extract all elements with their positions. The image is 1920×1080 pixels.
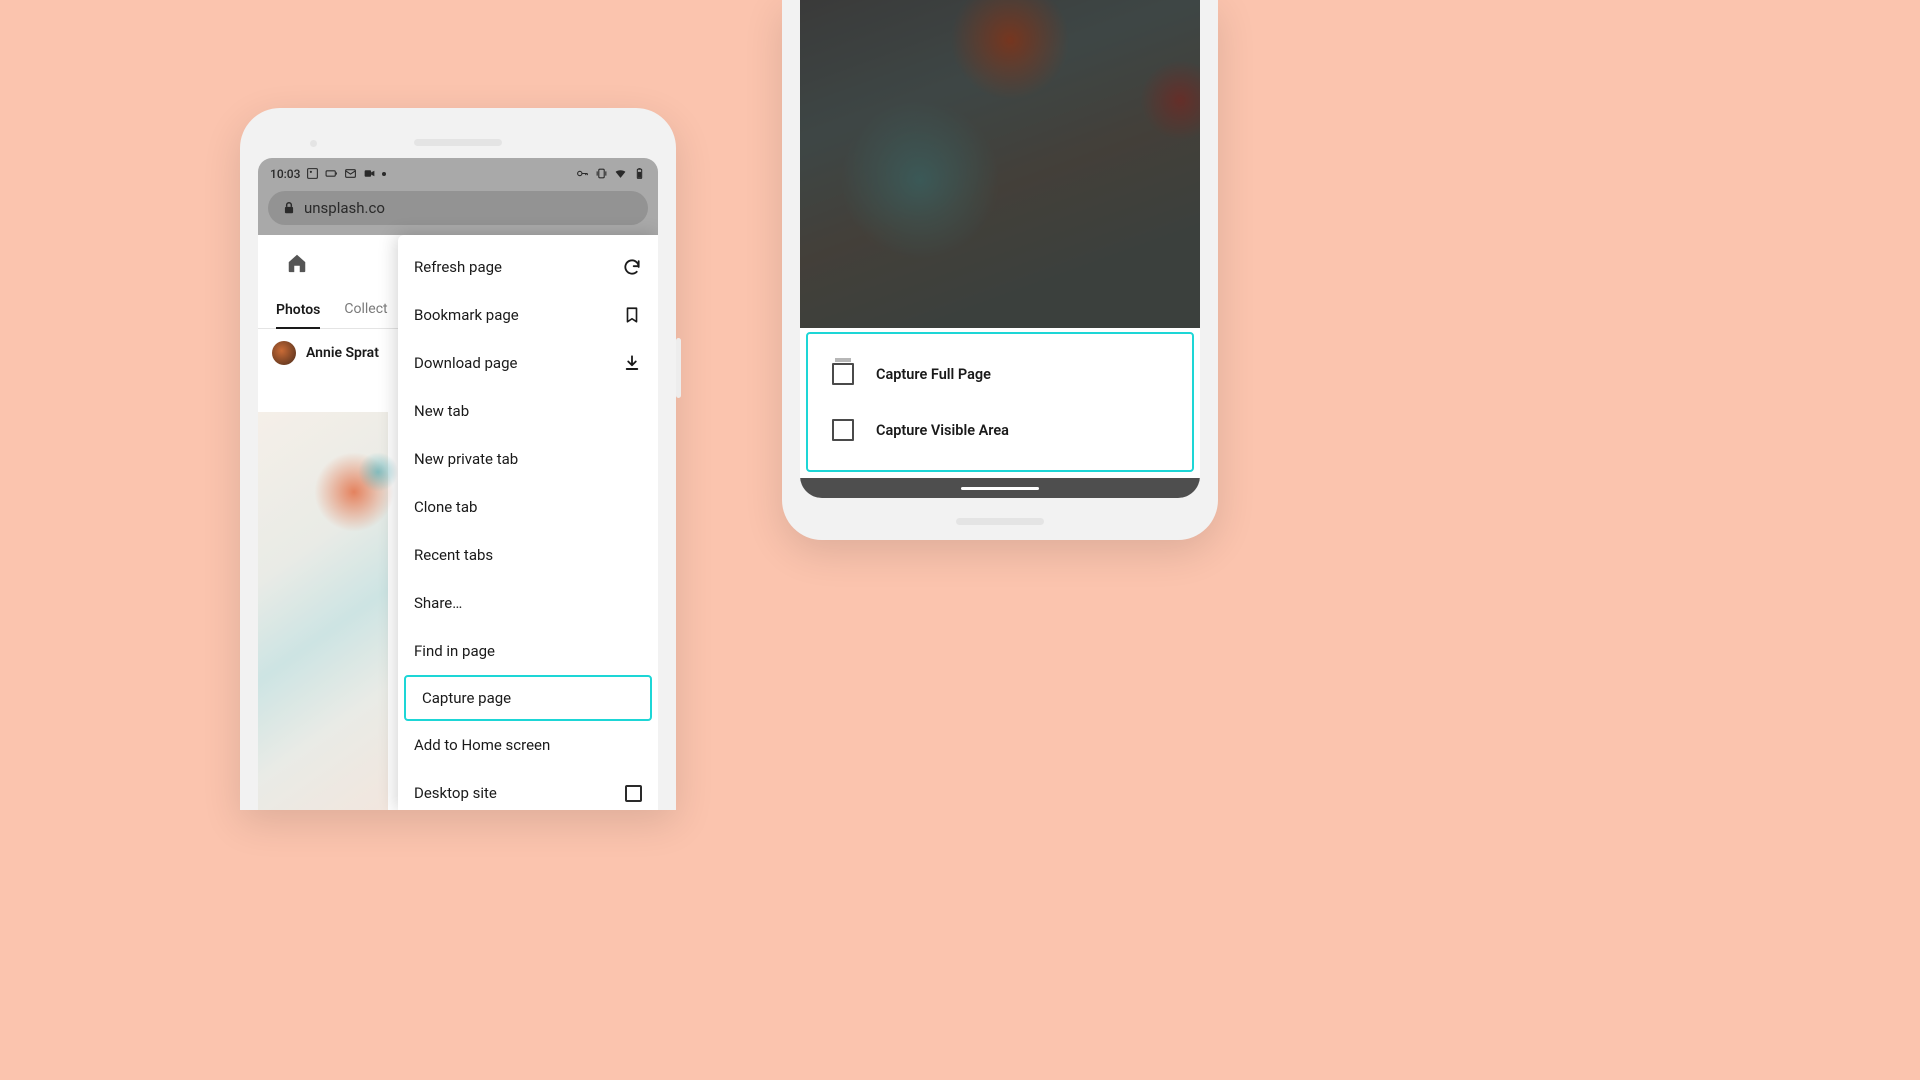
nav-pill[interactable]	[961, 487, 1039, 490]
menu-recent-tabs-label: Recent tabs	[414, 546, 642, 564]
menu-clone-tab[interactable]: Clone tab	[398, 483, 658, 531]
menu-new-tab[interactable]: New tab	[398, 387, 658, 435]
menu-download-label: Download page	[414, 354, 610, 372]
status-bar: 10:03	[258, 158, 658, 189]
menu-download[interactable]: Download page	[398, 339, 658, 387]
author-name: Annie Sprat	[306, 345, 379, 361]
refresh-icon	[622, 257, 642, 277]
menu-bookmark-label: Bookmark page	[414, 306, 610, 324]
capture-visible-area[interactable]: Capture Visible Area	[808, 402, 1192, 458]
phone2-screen: Capture Full Page Capture Visible Area	[800, 0, 1200, 498]
url-text: unsplash.co	[304, 199, 385, 217]
menu-new-private-tab[interactable]: New private tab	[398, 435, 658, 483]
vpn-key-icon	[576, 167, 589, 180]
menu-new-tab-label: New tab	[414, 402, 642, 420]
picture-icon	[306, 167, 319, 180]
phone-mockup-left: 10:03 unsplash.co	[240, 108, 676, 810]
status-time: 10:03	[270, 167, 300, 181]
side-button	[676, 338, 681, 398]
home-icon[interactable]	[286, 252, 308, 274]
menu-add-home[interactable]: Add to Home screen	[398, 721, 658, 769]
menu-clone-tab-label: Clone tab	[414, 498, 642, 516]
menu-add-home-label: Add to Home screen	[414, 736, 642, 754]
front-camera-dot	[310, 140, 317, 147]
menu-desktop-label: Desktop site	[414, 784, 613, 802]
tab-collections[interactable]: Collect	[344, 301, 387, 328]
download-icon	[622, 353, 642, 373]
address-bar: unsplash.co	[258, 189, 658, 235]
tab-photos[interactable]: Photos	[276, 302, 320, 329]
phone-mockup-right: Capture Full Page Capture Visible Area	[782, 0, 1218, 540]
menu-share[interactable]: Share…	[398, 579, 658, 627]
dimmed-page-preview	[800, 0, 1200, 328]
menu-desktop-site[interactable]: Desktop site	[398, 769, 658, 810]
menu-capture-page[interactable]: Capture page	[404, 675, 652, 721]
url-field[interactable]: unsplash.co	[268, 191, 648, 225]
battery-icon	[325, 167, 338, 180]
phone-speaker-bottom	[956, 518, 1044, 525]
overflow-menu: Refresh page Bookmark page Download page…	[398, 235, 658, 810]
menu-new-private-tab-label: New private tab	[414, 450, 642, 468]
battery-status-icon	[633, 167, 646, 180]
menu-share-label: Share…	[414, 594, 642, 612]
capture-full-label: Capture Full Page	[876, 366, 991, 383]
phone1-screen: 10:03 unsplash.co	[258, 158, 658, 810]
android-nav-bar	[800, 478, 1200, 498]
menu-find-in-page[interactable]: Find in page	[398, 627, 658, 675]
wifi-icon	[614, 167, 627, 180]
mail-icon	[344, 167, 357, 180]
desktop-site-checkbox[interactable]	[625, 785, 642, 802]
phone-speaker	[414, 139, 502, 146]
capture-visible-label: Capture Visible Area	[876, 422, 1009, 439]
menu-refresh-label: Refresh page	[414, 258, 610, 276]
visible-area-icon	[832, 419, 854, 441]
full-page-icon	[832, 363, 854, 385]
status-dot	[382, 172, 386, 176]
menu-find-label: Find in page	[414, 642, 642, 660]
vibrate-icon	[595, 167, 608, 180]
photo-preview	[258, 412, 388, 810]
lock-icon	[282, 201, 296, 215]
capture-full-page[interactable]: Capture Full Page	[808, 346, 1192, 402]
bookmark-icon	[622, 305, 642, 325]
menu-recent-tabs[interactable]: Recent tabs	[398, 531, 658, 579]
menu-bookmark[interactable]: Bookmark page	[398, 291, 658, 339]
video-icon	[363, 167, 376, 180]
menu-capture-label: Capture page	[422, 689, 634, 707]
menu-refresh[interactable]: Refresh page	[398, 243, 658, 291]
capture-bottom-sheet: Capture Full Page Capture Visible Area	[806, 332, 1194, 472]
avatar	[272, 341, 296, 365]
